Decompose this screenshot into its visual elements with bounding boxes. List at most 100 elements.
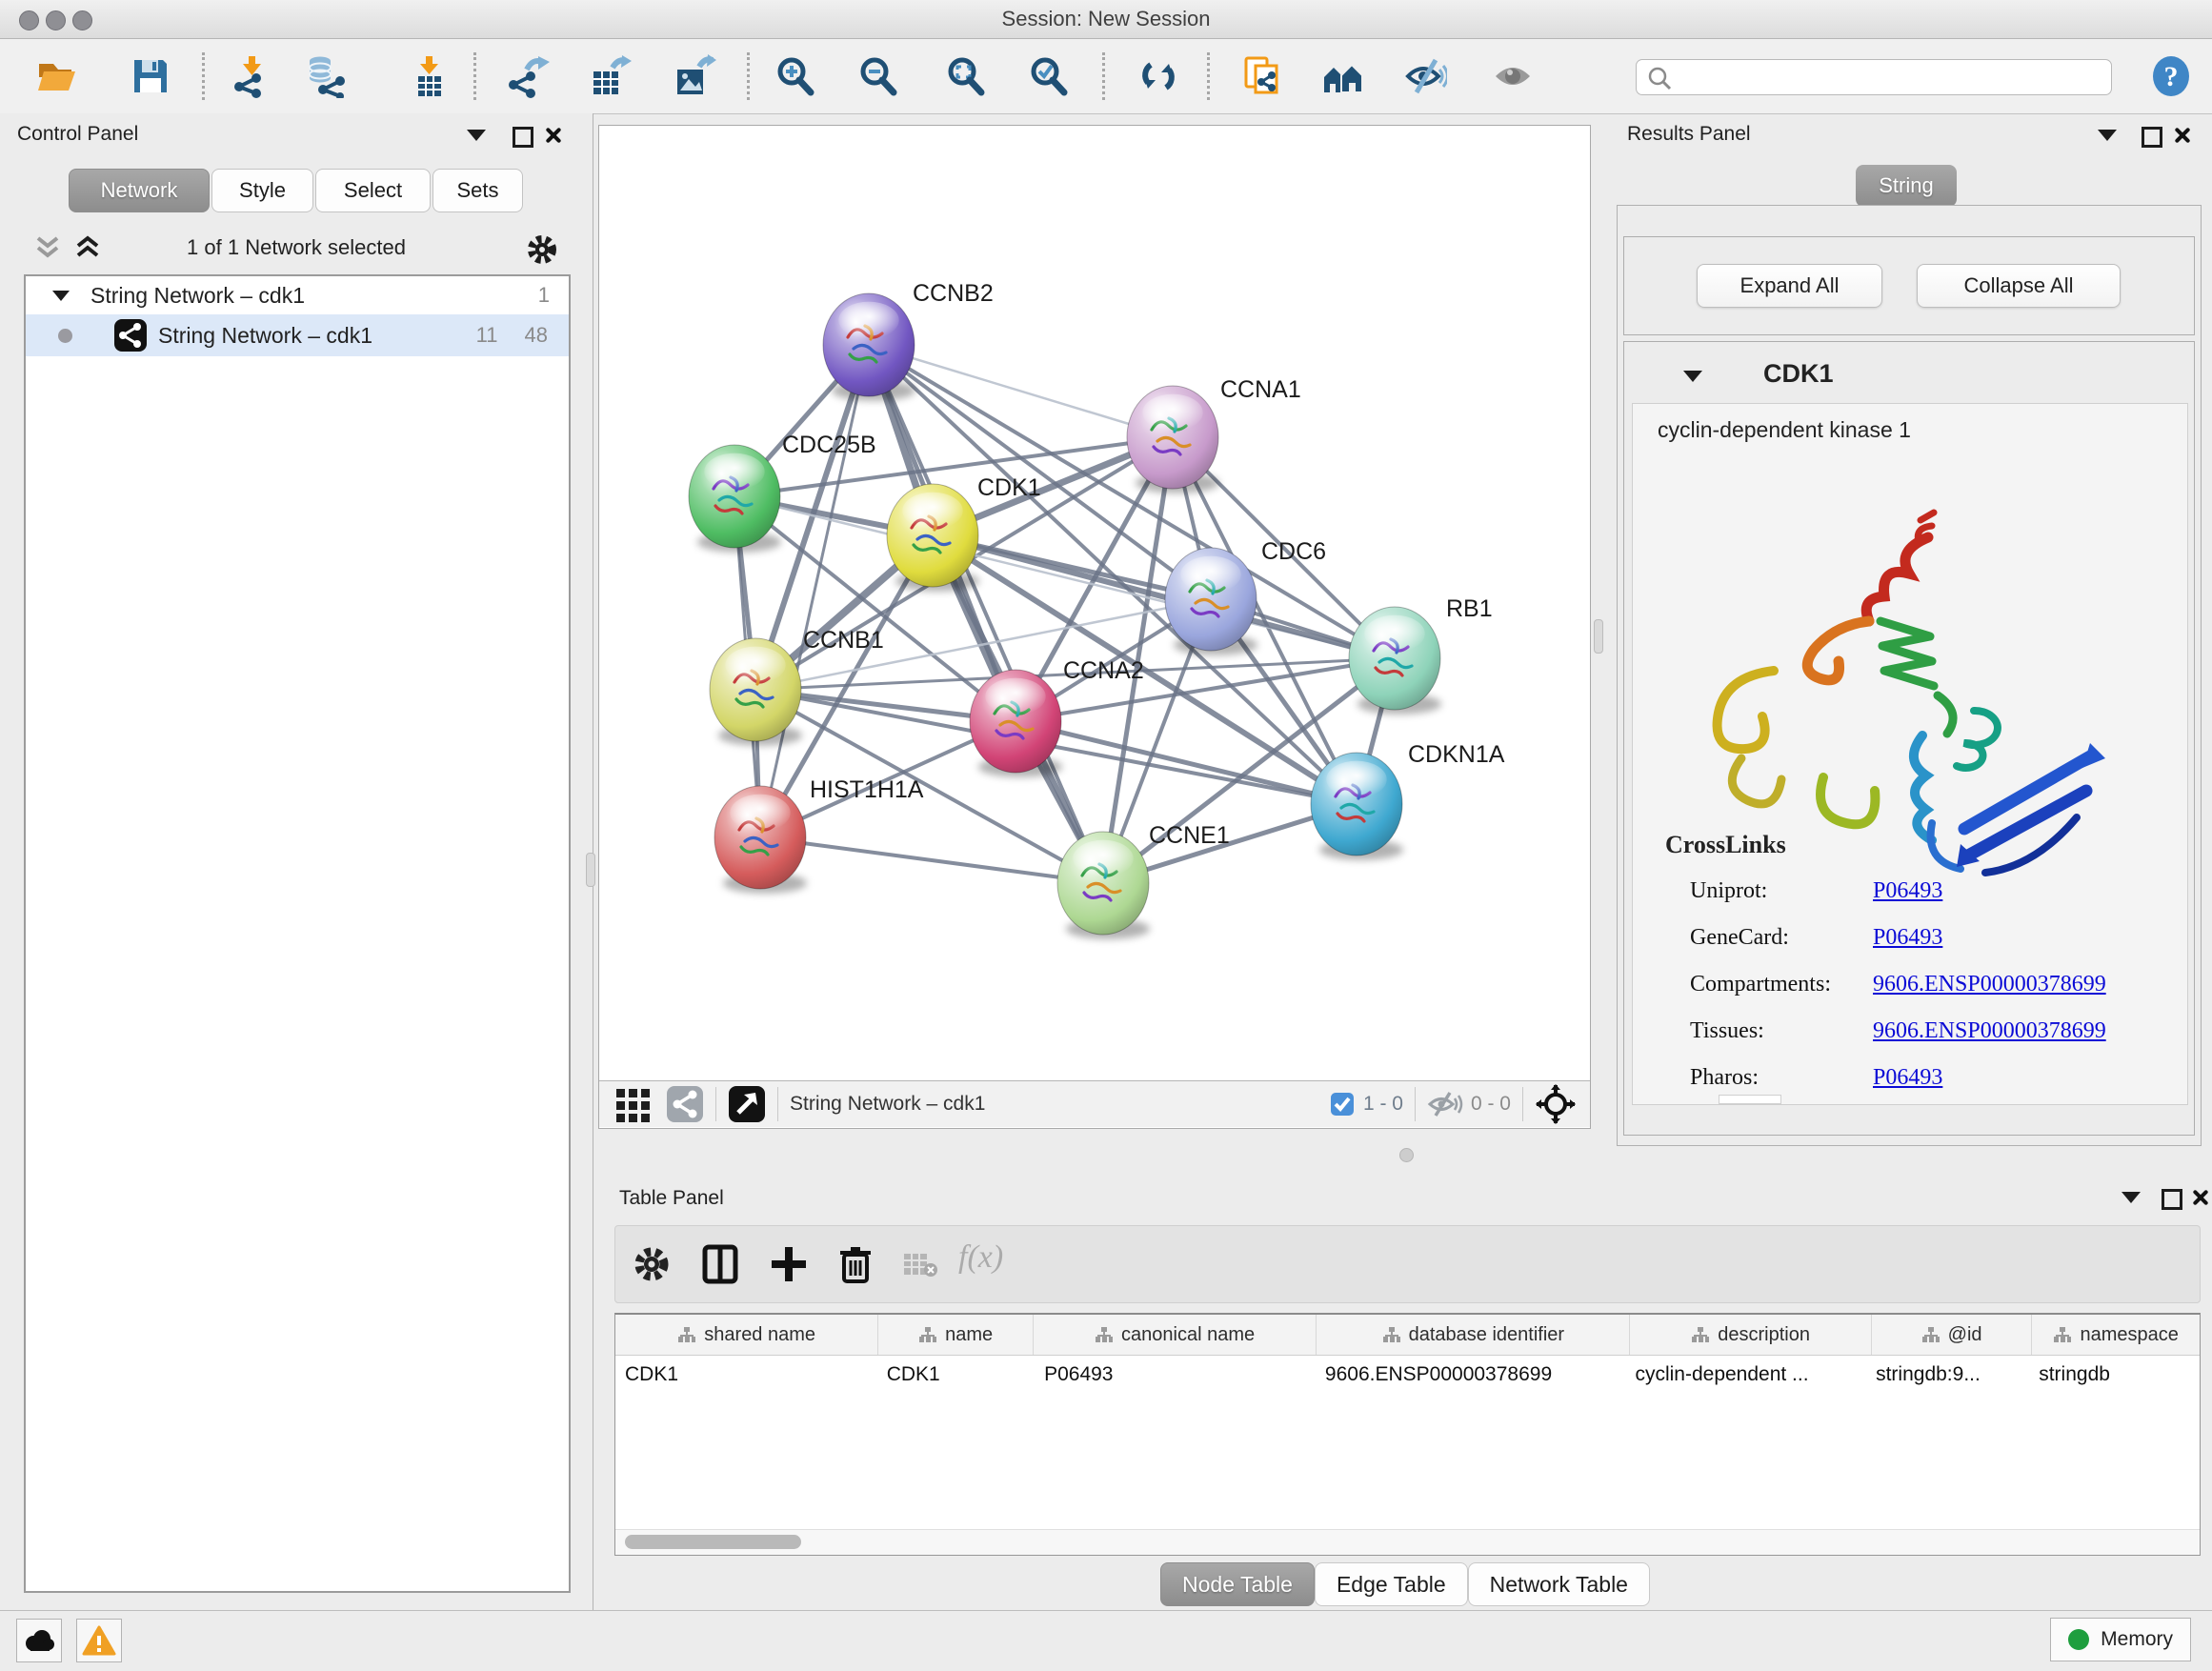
protein-name[interactable]: CDK1 xyxy=(1763,359,1834,389)
import-table-from-file-button[interactable] xyxy=(407,54,451,98)
crosslink-compartments[interactable]: 9606.ENSP00000378699 xyxy=(1873,972,2106,997)
tab-network-table[interactable]: Network Table xyxy=(1468,1562,1650,1606)
open-session-button[interactable] xyxy=(35,54,79,98)
apply-preferred-layout-button[interactable] xyxy=(1136,54,1180,98)
network-node-CCNE1[interactable] xyxy=(1057,832,1150,939)
crosshair-pan-icon[interactable] xyxy=(1535,1083,1577,1125)
crosslink-pharos[interactable]: P06493 xyxy=(1873,1065,2106,1091)
tab-network[interactable]: Network xyxy=(69,169,210,212)
column-header-id[interactable]: @id xyxy=(1872,1315,2033,1355)
cell-name[interactable]: CDK1 xyxy=(877,1363,1035,1386)
column-header-namespace[interactable]: namespace xyxy=(2032,1315,2200,1355)
export-network-button[interactable] xyxy=(506,54,550,98)
tab-edge-table[interactable]: Edge Table xyxy=(1315,1562,1468,1606)
delete-column-trash-icon[interactable] xyxy=(835,1243,876,1285)
column-header-database-identifier[interactable]: database identifier xyxy=(1317,1315,1630,1355)
results-panel-float-button[interactable] xyxy=(2142,127,2162,152)
tab-select[interactable]: Select xyxy=(315,169,431,212)
export-table-button[interactable] xyxy=(588,54,632,98)
column-header-shared-name[interactable]: shared name xyxy=(615,1315,878,1355)
column-header-name[interactable]: name xyxy=(878,1315,1034,1355)
tab-string[interactable]: String xyxy=(1856,165,1957,207)
network-node-HIST1H1A[interactable] xyxy=(714,786,807,894)
import-network-from-database-button[interactable] xyxy=(306,54,350,98)
card-scrollbar[interactable] xyxy=(1719,1095,1781,1104)
horizontal-divider-handle[interactable] xyxy=(1399,1148,1414,1162)
column-header-description[interactable]: description xyxy=(1630,1315,1871,1355)
collapse-all-button[interactable]: Collapse All xyxy=(1917,264,2121,308)
network-node-CCNB1[interactable] xyxy=(710,638,802,746)
network-collection-row[interactable]: String Network – cdk1 1 xyxy=(26,276,569,314)
add-column-icon[interactable] xyxy=(768,1243,810,1285)
tab-sets[interactable]: Sets xyxy=(432,169,523,212)
cell-shared-name[interactable]: CDK1 xyxy=(615,1363,877,1386)
cell-id[interactable]: stringdb:9... xyxy=(1866,1363,2029,1386)
table-panel-menu-button[interactable] xyxy=(2122,1191,2141,1208)
cell-database-identifier[interactable]: 9606.ENSP00000378699 xyxy=(1316,1363,1626,1386)
crosslink-genecard[interactable]: P06493 xyxy=(1873,925,2106,951)
network-node-CDK1[interactable] xyxy=(887,484,979,592)
network-canvas[interactable]: CCNB2CCNA1CDC25BCDK1CDC6RB1CCNB1CCNA2CDK… xyxy=(599,126,1590,1080)
table-panel-close-button[interactable] xyxy=(2190,1188,2209,1212)
zoom-fit-button[interactable] xyxy=(944,54,988,98)
crosslink-tissues[interactable]: 9606.ENSP00000378699 xyxy=(1873,1018,2106,1044)
search-input[interactable] xyxy=(1679,62,2101,91)
table-horizontal-scrollbar[interactable] xyxy=(615,1529,2200,1555)
results-panel-menu-button[interactable] xyxy=(2098,129,2117,146)
control-panel-menu-button[interactable] xyxy=(467,129,486,146)
zoom-in-button[interactable] xyxy=(774,54,817,98)
show-all-button[interactable] xyxy=(1491,54,1535,98)
right-pane-divider-handle[interactable] xyxy=(1594,619,1603,654)
tab-node-table[interactable]: Node Table xyxy=(1160,1562,1315,1606)
zoom-out-button[interactable] xyxy=(856,54,900,98)
control-panel-float-button[interactable] xyxy=(513,127,533,152)
delete-table-icon[interactable] xyxy=(903,1251,937,1279)
show-columns-icon[interactable] xyxy=(699,1243,741,1285)
table-settings-gear-icon[interactable] xyxy=(631,1243,673,1285)
memory-label: Memory xyxy=(2101,1628,2173,1651)
network-edge-HIST1H1A-CCNE1[interactable] xyxy=(760,837,1103,883)
crosslink-label: Uniprot: xyxy=(1690,878,1873,904)
crosslink-uniprot[interactable]: P06493 xyxy=(1873,878,2106,904)
status-bar: Memory xyxy=(0,1610,2212,1671)
cloud-status-button[interactable] xyxy=(16,1619,62,1662)
table-row[interactable]: CDK1 CDK1 P06493 9606.ENSP00000378699 cy… xyxy=(615,1356,2200,1394)
scrollbar-thumb[interactable] xyxy=(625,1535,801,1549)
network-view-mode-icon[interactable] xyxy=(666,1085,704,1123)
cell-description[interactable]: cyclin-dependent ... xyxy=(1625,1363,1866,1386)
left-pane-divider-handle[interactable] xyxy=(586,853,595,887)
network-node-CCNA1[interactable] xyxy=(1127,386,1219,493)
network-node-CCNB2[interactable] xyxy=(823,293,915,401)
function-builder-icon[interactable]: f(x) xyxy=(958,1239,1044,1287)
collection-expander-icon[interactable] xyxy=(52,291,70,301)
network-row[interactable]: String Network – cdk1 11 48 xyxy=(26,314,569,356)
hide-selected-button[interactable] xyxy=(1403,54,1447,98)
cell-canonical-name[interactable]: P06493 xyxy=(1035,1363,1316,1386)
network-node-CDC25B[interactable] xyxy=(689,445,781,553)
network-node-CDKN1A[interactable] xyxy=(1311,753,1403,860)
column-header-canonical-name[interactable]: canonical name xyxy=(1034,1315,1317,1355)
control-panel-close-button[interactable] xyxy=(543,126,562,150)
export-image-button[interactable] xyxy=(673,54,716,98)
first-neighbors-button[interactable] xyxy=(1321,54,1365,98)
table-panel-float-button[interactable] xyxy=(2162,1189,2182,1215)
help-button[interactable]: ? xyxy=(2149,54,2193,98)
results-panel-close-button[interactable] xyxy=(2172,126,2191,150)
cell-namespace[interactable]: stringdb xyxy=(2029,1363,2200,1386)
zoom-selected-button[interactable] xyxy=(1027,54,1071,98)
network-node-CCNA2[interactable] xyxy=(970,670,1062,777)
memory-button[interactable]: Memory xyxy=(2050,1618,2191,1661)
network-options-gear-icon[interactable] xyxy=(526,233,558,266)
warnings-button[interactable] xyxy=(76,1619,122,1662)
import-network-from-file-button[interactable] xyxy=(230,54,273,98)
birdseye-view-icon[interactable] xyxy=(728,1085,766,1123)
expand-all-button[interactable]: Expand All xyxy=(1697,264,1882,308)
save-session-button[interactable] xyxy=(129,54,172,98)
node-label-CCNA2: CCNA2 xyxy=(1063,657,1144,684)
tab-style[interactable]: Style xyxy=(211,169,313,212)
selected-count-checkbox[interactable] xyxy=(1331,1093,1354,1116)
new-network-from-selection-button[interactable] xyxy=(1240,54,1284,98)
network-node-RB1[interactable] xyxy=(1349,607,1441,715)
grid-view-icon[interactable] xyxy=(614,1085,653,1123)
protein-expander-icon[interactable] xyxy=(1683,371,1702,382)
